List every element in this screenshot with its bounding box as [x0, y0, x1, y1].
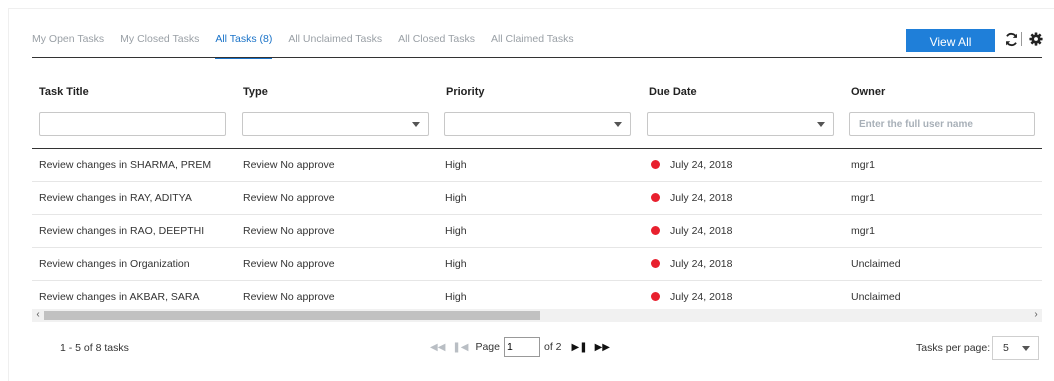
tab-my-open-tasks[interactable]: My Open Tasks [32, 24, 104, 59]
tab-my-closed-tasks[interactable]: My Closed Tasks [120, 24, 199, 59]
due-date-text: July 24, 2018 [670, 159, 733, 171]
priority-cell: High [445, 225, 467, 237]
tab-all-claimed-tasks[interactable]: All Claimed Tasks [491, 24, 574, 59]
due-date-cell: July 24, 2018 [651, 215, 732, 248]
horizontal-scrollbar[interactable]: ‹ › [32, 309, 1042, 322]
column-header-task-title[interactable]: Task Title [39, 86, 89, 98]
overdue-dot-icon [651, 292, 660, 301]
chevron-down-icon [1022, 346, 1030, 351]
type-cell: Review No approve [243, 225, 335, 237]
due-date-text: July 24, 2018 [670, 192, 733, 204]
priority-cell: High [445, 192, 467, 204]
page-label: Page [475, 341, 500, 353]
due-date-filter-select[interactable] [647, 112, 834, 136]
due-date-cell: July 24, 2018 [651, 149, 732, 182]
task-title-cell[interactable]: Review changes in RAY, ADITYA [39, 182, 192, 215]
due-date-text: July 24, 2018 [670, 258, 733, 270]
chevron-down-icon [614, 122, 622, 127]
first-page-icon[interactable]: ◀◀ [430, 342, 445, 353]
table-row[interactable]: Review changes in SHARMA, PREM Review No… [32, 149, 1042, 182]
owner-cell: mgr1 [851, 159, 875, 171]
due-date-text: July 24, 2018 [670, 225, 733, 237]
chevron-down-icon [817, 122, 825, 127]
table-row[interactable]: Review changes in Organization Review No… [32, 248, 1042, 281]
tab-all-tasks[interactable]: All Tasks (8) [215, 24, 273, 59]
gear-icon[interactable] [1027, 30, 1045, 48]
due-date-cell: July 24, 2018 [651, 182, 732, 215]
task-title-cell[interactable]: Review changes in Organization [39, 248, 190, 281]
owner-cell: mgr1 [851, 225, 875, 237]
overdue-dot-icon [651, 259, 660, 268]
priority-cell: High [445, 258, 467, 270]
task-title-filter-input[interactable] [40, 113, 225, 135]
overdue-dot-icon [651, 160, 660, 169]
due-date-text: July 24, 2018 [670, 291, 733, 303]
refresh-icon[interactable] [1002, 30, 1020, 48]
page-number-input[interactable] [504, 337, 540, 357]
task-title-cell[interactable]: Review changes in SHARMA, PREM [39, 149, 211, 182]
previous-page-icon[interactable]: ❚◀ [452, 342, 468, 353]
table-row[interactable]: Review changes in RAO, DEEPTHI Review No… [32, 215, 1042, 248]
scroll-left-icon[interactable]: ‹ [32, 309, 44, 322]
priority-filter-select[interactable] [444, 112, 631, 136]
tab-all-closed-tasks[interactable]: All Closed Tasks [398, 24, 475, 59]
toolbar-separator [1021, 32, 1022, 46]
column-header-priority[interactable]: Priority [446, 86, 485, 98]
table-row[interactable]: Review changes in RAY, ADITYA Review No … [32, 182, 1042, 215]
type-cell: Review No approve [243, 159, 335, 171]
tasks-per-page-label: Tasks per page: [916, 342, 991, 354]
tasks-per-page-value: 5 [1003, 342, 1009, 354]
owner-filter[interactable] [849, 112, 1035, 136]
scrollbar-thumb[interactable] [44, 311, 540, 320]
owner-cell: Unclaimed [851, 258, 901, 270]
tab-all-unclaimed-tasks[interactable]: All Unclaimed Tasks [288, 24, 382, 59]
next-page-icon[interactable]: ▶❚ [572, 342, 588, 353]
due-date-cell: July 24, 2018 [651, 248, 732, 281]
page-of-label: of 2 [544, 341, 562, 353]
column-header-due-date[interactable]: Due Date [649, 86, 697, 98]
column-header-owner[interactable]: Owner [851, 86, 885, 98]
view-all-button[interactable]: View All [906, 29, 995, 52]
task-title-filter[interactable] [39, 112, 226, 136]
column-header-type[interactable]: Type [243, 86, 268, 98]
owner-filter-input[interactable] [850, 113, 1034, 135]
overdue-dot-icon [651, 226, 660, 235]
scroll-right-icon[interactable]: › [1030, 309, 1042, 322]
task-count: 1 - 5 of 8 tasks [60, 342, 129, 354]
tasks-per-page-select[interactable]: 5 [992, 336, 1039, 360]
task-title-cell[interactable]: Review changes in RAO, DEEPTHI [39, 215, 204, 248]
task-tabs: My Open Tasks My Closed Tasks All Tasks … [32, 24, 590, 59]
last-page-icon[interactable]: ▶▶ [595, 342, 610, 353]
owner-cell: mgr1 [851, 192, 875, 204]
type-filter-select[interactable] [242, 112, 429, 136]
type-cell: Review No approve [243, 258, 335, 270]
priority-cell: High [445, 159, 467, 171]
type-cell: Review No approve [243, 192, 335, 204]
tabs-divider [32, 57, 1042, 58]
overdue-dot-icon [651, 193, 660, 202]
chevron-down-icon [412, 122, 420, 127]
pagination: ◀◀ ❚◀ Page of 2 ▶❚ ▶▶ [430, 337, 617, 357]
